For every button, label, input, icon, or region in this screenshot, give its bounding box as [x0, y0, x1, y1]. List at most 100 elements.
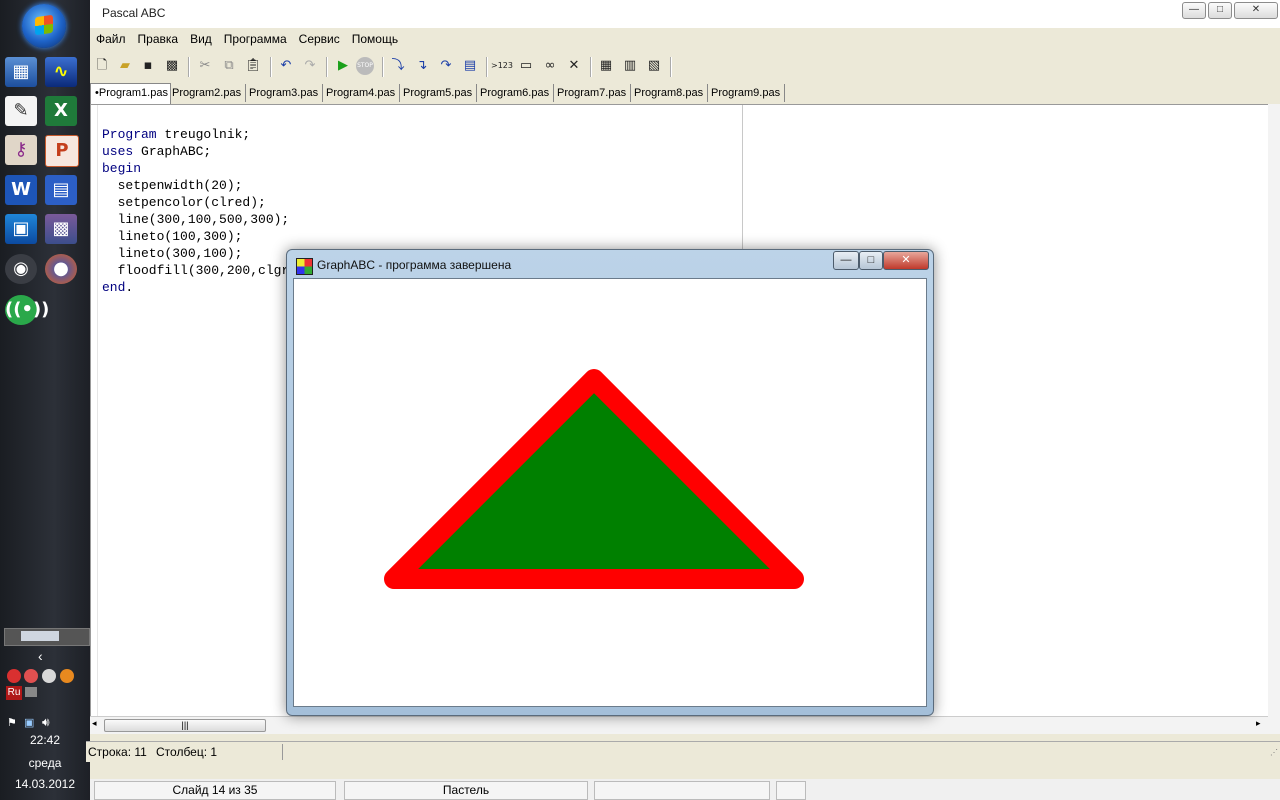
tab-program1[interactable]: •Program1.pas	[90, 83, 171, 105]
scroll-right-icon[interactable]: ▸	[1256, 718, 1261, 729]
security-icon[interactable]: ⚑	[7, 716, 17, 729]
graph-minimize-button[interactable]: —	[833, 251, 859, 270]
copy-icon[interactable]: ⧉	[219, 56, 239, 76]
graphabc-app-icon	[296, 258, 313, 275]
activity-icon[interactable]: ∿	[45, 57, 77, 87]
windows-logo-icon	[35, 14, 53, 36]
editor-vertical-scrollbar[interactable]	[1268, 104, 1280, 734]
graph-canvas	[293, 278, 927, 707]
step-into-icon[interactable]: ↴	[412, 56, 432, 76]
code-line: line(300,100,500,300);	[102, 212, 290, 227]
volume-icon[interactable]: 🔊︎	[42, 715, 50, 730]
close-icon[interactable]: ✕	[564, 56, 584, 76]
keyboard-icon[interactable]	[25, 687, 37, 697]
toolbar-separator	[382, 57, 384, 77]
cut-icon[interactable]: ✂	[195, 56, 215, 76]
tab-program9[interactable]: Program9.pas	[707, 84, 786, 102]
clock-time[interactable]: 22:42	[0, 733, 90, 747]
network-icon[interactable]: ((•))	[5, 295, 49, 325]
graph-close-button[interactable]: ✕	[883, 251, 929, 270]
graphabc-window-title: GraphABC - программа завершена	[317, 258, 512, 272]
taskbar: ▦ ∿ ✎ X ⚷ P W ▤ ▣ ▩ ◉ ● ((•)) ‹ Ru ⚑ ▣ 🔊…	[0, 0, 90, 800]
code-line: end.	[102, 280, 134, 295]
theme-name: Пастель	[344, 781, 588, 800]
toolbar-separator	[486, 57, 488, 77]
status-column: Столбец: 1	[156, 745, 218, 759]
menu-view[interactable]: Вид	[184, 28, 218, 50]
chevron-left-icon[interactable]: ‹	[38, 648, 43, 664]
menu-file[interactable]: Файл	[90, 28, 132, 50]
undo-icon[interactable]: ↶	[276, 56, 296, 76]
excel-icon[interactable]: X	[45, 96, 77, 126]
target-icon[interactable]	[24, 669, 38, 683]
maximize-button[interactable]: □	[1208, 2, 1232, 19]
stop-icon[interactable]: STOP	[356, 57, 374, 75]
screen-icon[interactable]: ▣	[5, 214, 37, 244]
graph-maximize-button[interactable]: □	[859, 251, 883, 270]
tab-program8[interactable]: Program8.pas	[630, 84, 709, 102]
run-icon[interactable]: ▶	[333, 56, 353, 76]
code-text[interactable]: Program treugolnik; uses GraphABC; begin s…	[102, 109, 289, 330]
language-indicator[interactable]: Ru	[6, 686, 22, 700]
editor-horizontal-scrollbar[interactable]: ◂ ||| ▸	[90, 716, 1268, 734]
code-line: Program treugolnik;	[102, 127, 251, 142]
step-icon[interactable]: ⤵	[388, 56, 408, 76]
scroll-left-icon[interactable]: ◂	[92, 718, 97, 729]
code-line: setpenwidth(20);	[102, 178, 243, 193]
tray-app-icon[interactable]	[42, 669, 56, 683]
network-status-icon[interactable]: ▣	[24, 716, 34, 729]
new-file-icon[interactable]: 🗋︎	[92, 56, 112, 76]
menu-program[interactable]: Программа	[218, 28, 293, 50]
title-bar[interactable]: Pascal ABC — □ ✕	[90, 0, 1280, 28]
redo-icon[interactable]: ↷	[300, 56, 320, 76]
minimize-button[interactable]: —	[1182, 2, 1206, 19]
debug-icon[interactable]: ∞	[540, 56, 560, 76]
taskbar-scroller[interactable]	[4, 628, 90, 646]
tab-program2[interactable]: Program2.pas	[168, 84, 247, 102]
open-folder-icon[interactable]: ▰	[115, 56, 135, 76]
tab-program3[interactable]: Program3.pas	[245, 84, 324, 102]
step-over-icon[interactable]: ↷	[436, 56, 456, 76]
notepad-icon[interactable]: ✎	[5, 96, 37, 126]
window-icon[interactable]: ▭	[516, 56, 536, 76]
scroll-thumb[interactable]: |||	[104, 719, 266, 732]
close-button[interactable]: ✕	[1234, 2, 1278, 19]
firefox-icon[interactable]: ●	[45, 254, 77, 284]
resize-grip-icon[interactable]: ⋰	[1270, 748, 1278, 760]
slide-counter: Слайд 14 из 35	[94, 781, 336, 800]
code-line: lineto(100,300);	[102, 229, 243, 244]
status-bar: Строка: 11 Столбец: 1 ⋰	[86, 741, 1280, 762]
webcam-icon[interactable]: ◉	[5, 254, 37, 284]
compile-icon[interactable]: ▥	[620, 56, 640, 76]
menu-service[interactable]: Сервис	[293, 28, 346, 50]
taskbar-scroller-thumb[interactable]	[21, 631, 59, 641]
tab-program5[interactable]: Program5.pas	[399, 84, 478, 102]
menu-help[interactable]: Помощь	[346, 28, 404, 50]
graphabc-window[interactable]: GraphABC - программа завершена — □ ✕	[286, 249, 934, 716]
tab-program6[interactable]: Program6.pas	[476, 84, 555, 102]
save-icon[interactable]: ▪	[138, 56, 158, 76]
photos-icon[interactable]: ▩	[45, 214, 77, 244]
window-title: Pascal ABC	[102, 6, 166, 20]
paste-icon[interactable]: 📋︎	[243, 56, 263, 76]
status-segment	[776, 781, 806, 800]
key-icon[interactable]: ⚷	[5, 135, 37, 165]
watch-icon[interactable]: ▤	[460, 56, 480, 76]
powerpoint-icon[interactable]: P	[45, 135, 79, 167]
format-icon[interactable]: ▦	[596, 56, 616, 76]
clock-day: среда	[28, 756, 62, 770]
word-icon[interactable]: W	[5, 175, 37, 205]
eval-icon[interactable]: >123	[491, 56, 513, 76]
update-icon[interactable]	[60, 669, 74, 683]
editor-gutter	[97, 105, 98, 717]
tab-program4[interactable]: Program4.pas	[322, 84, 401, 102]
monitor-icon[interactable]: ▦	[5, 57, 37, 87]
save-all-icon[interactable]: ▩	[162, 56, 182, 76]
tab-program7[interactable]: Program7.pas	[553, 84, 632, 102]
exe-icon[interactable]: ▧	[644, 56, 664, 76]
menu-edit[interactable]: Правка	[132, 28, 185, 50]
powerpoint-status-bar: Слайд 14 из 35 Пастель	[90, 779, 1280, 800]
start-button[interactable]	[22, 4, 66, 48]
antivirus-icon[interactable]	[7, 669, 21, 683]
floppy-icon[interactable]: ▤	[45, 175, 77, 205]
